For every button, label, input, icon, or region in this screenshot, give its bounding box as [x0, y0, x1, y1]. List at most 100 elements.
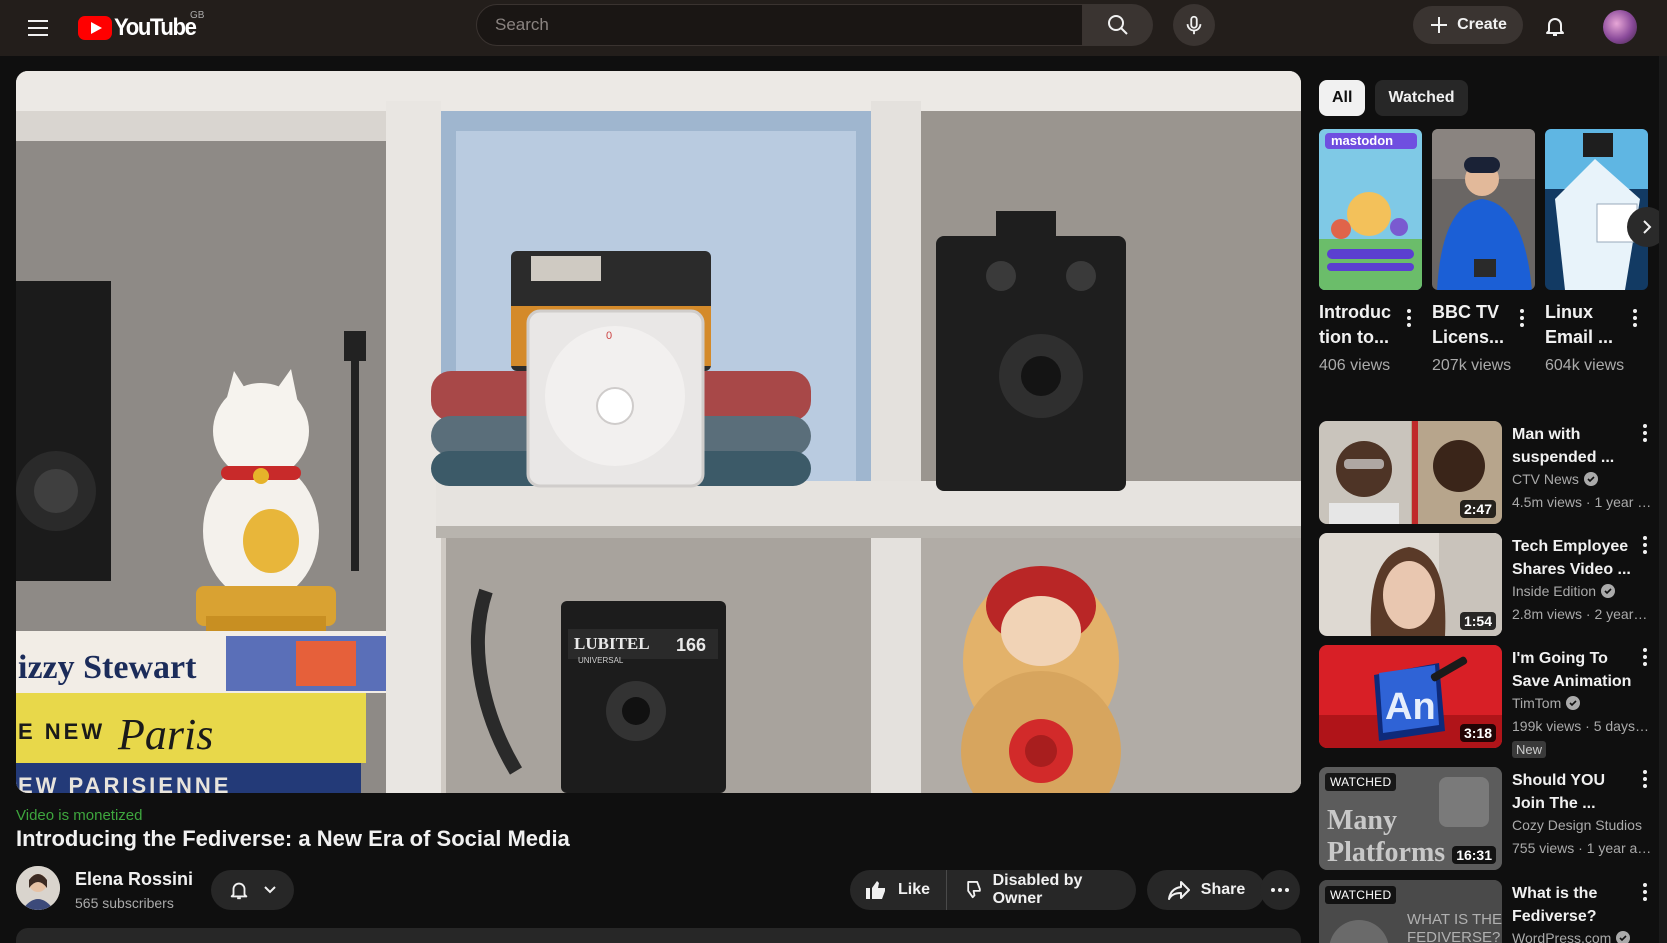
video-meta: 755 views · 1 year ago	[1512, 840, 1652, 856]
menu-icon[interactable]	[20, 10, 56, 46]
channel-name: WordPress.com	[1512, 930, 1612, 943]
search-button[interactable]	[1083, 4, 1153, 46]
short-title[interactable]: BBC TV Licens...	[1432, 300, 1512, 350]
video-frame: izzy Stewart E NEW Paris EW PARISIENNE 0…	[16, 71, 1301, 793]
short-card[interactable]: mastodon Introduc tion to... 406 views	[1319, 129, 1422, 374]
plus-icon	[1431, 17, 1448, 33]
video-menu-icon[interactable]	[1642, 770, 1648, 788]
short-menu-icon[interactable]	[1519, 309, 1525, 327]
recommended-video[interactable]: Many Platforms WATCHED 16:31 Should YOU …	[1319, 767, 1667, 871]
video-title[interactable]: Tech Employee Shares Video ...	[1512, 535, 1637, 581]
monetized-label: Video is monetized	[16, 807, 143, 824]
short-thumbnail-image	[1545, 129, 1648, 290]
video-channel[interactable]: TimTom	[1512, 695, 1581, 711]
microphone-icon	[1186, 15, 1202, 35]
recommended-video[interactable]: 1:54 Tech Employee Shares Video ... Insi…	[1319, 533, 1667, 637]
top-bar: YouTube GB Create	[0, 0, 1667, 56]
short-title[interactable]: Introduc tion to...	[1319, 300, 1399, 350]
short-thumbnail[interactable]	[1432, 129, 1535, 290]
video-title[interactable]: Man with suspended ...	[1512, 423, 1637, 469]
camera-model-text: 166	[676, 635, 706, 655]
description-box[interactable]	[16, 928, 1301, 943]
chip-watched[interactable]: Watched	[1375, 80, 1468, 116]
notifications-button[interactable]	[1537, 8, 1573, 44]
channel-name: Cozy Design Studios	[1512, 817, 1642, 833]
channel-name: TimTom	[1512, 695, 1562, 711]
recommended-video[interactable]: 2:47 Man with suspended ... CTV News 4.5…	[1319, 421, 1667, 525]
video-title: Introducing the Fediverse: a New Era of …	[16, 826, 570, 851]
short-menu-icon[interactable]	[1406, 309, 1412, 327]
bell-icon	[230, 882, 247, 900]
video-thumbnail[interactable]: WHAT IS THE FEDIVERSE? WATCHED	[1319, 880, 1502, 943]
short-views: 207k views	[1432, 357, 1512, 374]
short-title[interactable]: Linux Email ...	[1545, 300, 1625, 350]
search-bar	[476, 4, 1083, 46]
voice-search-button[interactable]	[1173, 4, 1215, 46]
video-title[interactable]: What is the Fediverse?	[1512, 882, 1637, 928]
video-thumbnail[interactable]: 1:54	[1319, 533, 1502, 636]
video-meta: 2.8m views · 2 years ago	[1512, 606, 1652, 622]
new-badge: New	[1512, 741, 1547, 758]
channel-avatar-image	[16, 866, 60, 910]
svg-text:FEDIVERSE?: FEDIVERSE?	[1407, 929, 1500, 943]
watched-badge: WATCHED	[1325, 886, 1397, 904]
video-channel[interactable]: WordPress.com	[1512, 930, 1631, 943]
video-duration: 3:18	[1459, 724, 1496, 742]
short-thumbnail[interactable]	[1545, 129, 1648, 290]
video-channel[interactable]: Inside Edition	[1512, 583, 1616, 599]
youtube-play-icon	[78, 16, 112, 40]
more-actions-button[interactable]	[1260, 870, 1300, 910]
svg-text:WHAT IS THE: WHAT IS THE	[1407, 911, 1502, 928]
short-thumbnail-image	[1432, 129, 1535, 290]
video-duration: 1:54	[1459, 612, 1496, 630]
svg-text:Platforms: Platforms	[1327, 837, 1445, 868]
short-menu-icon[interactable]	[1632, 309, 1638, 327]
channel-avatar[interactable]	[16, 866, 60, 910]
video-menu-icon[interactable]	[1642, 648, 1648, 666]
create-button[interactable]: Create	[1413, 6, 1523, 44]
dislike-button[interactable]: Disabled by Owner	[947, 870, 1136, 910]
book-text-2a: E NEW	[18, 719, 105, 744]
short-thumbnail[interactable]: mastodon	[1319, 129, 1422, 290]
share-label: Share	[1200, 881, 1246, 898]
short-card[interactable]: Linux Email ... 604k views	[1545, 129, 1648, 374]
video-channel[interactable]: CTV News	[1512, 471, 1598, 487]
search-input[interactable]	[495, 15, 1082, 35]
channel-name: Inside Edition	[1512, 583, 1597, 599]
video-title[interactable]: Should YOU Join The ...	[1512, 769, 1637, 815]
account-avatar[interactable]	[1603, 10, 1637, 44]
video-title[interactable]: I'm Going To Save Animation	[1512, 647, 1637, 693]
short-card[interactable]: BBC TV Licens... 207k views	[1432, 129, 1535, 374]
video-channel[interactable]: Cozy Design Studios	[1512, 817, 1642, 833]
video-player[interactable]: izzy Stewart E NEW Paris EW PARISIENNE 0…	[16, 71, 1301, 793]
short-views: 604k views	[1545, 357, 1625, 374]
subscription-notifications-button[interactable]	[211, 870, 294, 910]
youtube-logo[interactable]: YouTube GB	[78, 10, 204, 42]
short-thumbnail-image: mastodon	[1319, 129, 1422, 290]
like-button[interactable]: Like	[850, 870, 948, 910]
watched-badge: WATCHED	[1325, 773, 1397, 791]
book-text-2b: Paris	[117, 710, 213, 759]
video-menu-icon[interactable]	[1642, 883, 1648, 901]
channel-name[interactable]: Elena Rossini	[75, 869, 193, 890]
camera-brand-text: LUBITEL	[574, 634, 650, 653]
verified-icon	[1616, 931, 1631, 943]
short-views: 406 views	[1319, 357, 1391, 374]
bell-icon	[1546, 18, 1564, 36]
short-thumb-text: mastodon	[1331, 133, 1393, 148]
video-menu-icon[interactable]	[1642, 424, 1648, 442]
sidebar-scrollbar[interactable]	[1659, 56, 1667, 943]
chip-all[interactable]: All	[1319, 80, 1366, 116]
video-menu-icon[interactable]	[1642, 536, 1648, 554]
recommended-video[interactable]: An 3:18 I'm Going To Save Animation TimT…	[1319, 645, 1667, 758]
video-meta: 4.5m views · 1 year ago	[1512, 494, 1652, 510]
recommended-video[interactable]: WHAT IS THE FEDIVERSE? WATCHED What is t…	[1319, 880, 1667, 943]
video-thumbnail[interactable]: Many Platforms WATCHED 16:31	[1319, 767, 1502, 870]
verified-icon	[1583, 472, 1598, 486]
logo-text: YouTube	[114, 14, 197, 41]
book-text-1: izzy Stewart	[18, 649, 197, 686]
like-label: Like	[898, 881, 931, 898]
video-thumbnail[interactable]: 2:47	[1319, 421, 1502, 524]
video-thumbnail[interactable]: An 3:18	[1319, 645, 1502, 748]
share-button[interactable]: Share	[1147, 870, 1265, 910]
